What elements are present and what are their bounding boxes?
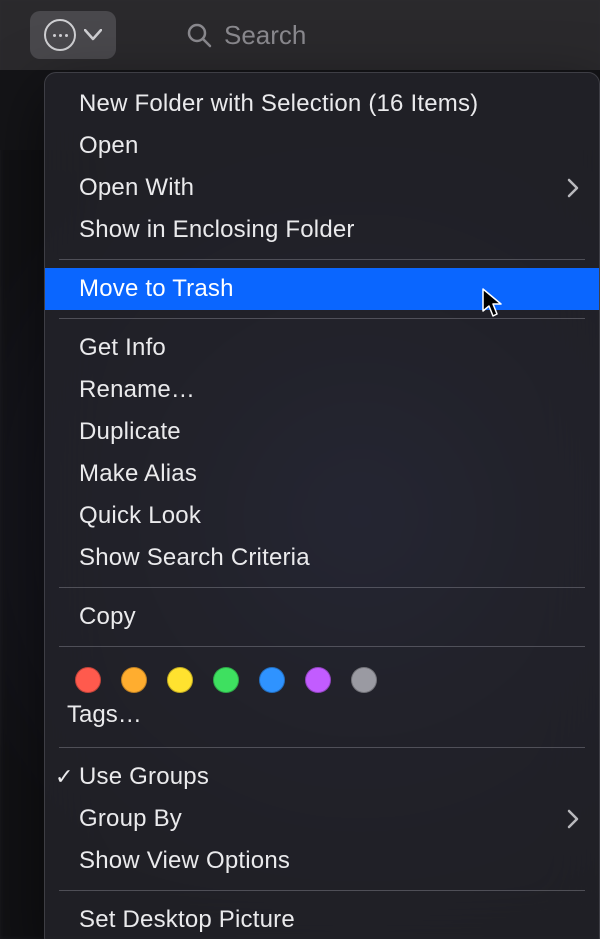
menu-item-open[interactable]: Open <box>45 125 599 167</box>
menu-separator <box>59 646 585 647</box>
menu-item-label: Tags… <box>67 701 142 728</box>
menu-item-show-view-options[interactable]: Show View Options <box>45 840 599 882</box>
menu-item-label: Show Search Criteria <box>79 544 581 572</box>
more-icon <box>44 19 76 51</box>
menu-item-label: Show in Enclosing Folder <box>79 216 581 244</box>
menu-item-label: Open <box>79 132 581 160</box>
menu-item-move-to-trash[interactable]: Move to Trash <box>45 268 599 310</box>
menu-item-show-in-enclosing-folder[interactable]: Show in Enclosing Folder <box>45 209 599 251</box>
context-menu: New Folder with Selection (16 Items) Ope… <box>44 72 600 939</box>
search-placeholder: Search <box>224 20 306 51</box>
tag-color-5[interactable] <box>305 667 331 693</box>
menu-item-tags[interactable]: Tags… <box>45 701 599 739</box>
menu-item-label: Quick Look <box>79 502 581 530</box>
tag-color-6[interactable] <box>351 667 377 693</box>
more-actions-button[interactable] <box>30 11 116 59</box>
menu-item-copy[interactable]: Copy <box>45 596 599 638</box>
menu-item-make-alias[interactable]: Make Alias <box>45 453 599 495</box>
menu-separator <box>59 890 585 891</box>
menu-item-label: Duplicate <box>79 418 581 446</box>
search-icon <box>186 22 212 48</box>
chevron-right-icon <box>567 178 579 198</box>
menu-item-rename[interactable]: Rename… <box>45 369 599 411</box>
menu-item-label: Show View Options <box>79 847 581 875</box>
menu-item-label: Open With <box>79 174 567 202</box>
menu-item-set-desktop-picture[interactable]: Set Desktop Picture <box>45 899 599 939</box>
tag-color-2[interactable] <box>167 667 193 693</box>
menu-item-use-groups[interactable]: ✓ Use Groups <box>45 756 599 798</box>
menu-item-label: Get Info <box>79 334 581 362</box>
menu-item-get-info[interactable]: Get Info <box>45 327 599 369</box>
menu-item-quick-look[interactable]: Quick Look <box>45 495 599 537</box>
menu-item-label: Use Groups <box>79 763 581 791</box>
menu-item-duplicate[interactable]: Duplicate <box>45 411 599 453</box>
search-field[interactable]: Search <box>186 20 306 51</box>
menu-separator <box>59 318 585 319</box>
toolbar: Search <box>0 0 600 70</box>
tag-color-row <box>45 655 599 701</box>
menu-item-label: New Folder with Selection (16 Items) <box>79 90 581 118</box>
menu-item-label: Set Desktop Picture <box>79 906 581 934</box>
chevron-right-icon <box>567 809 579 829</box>
menu-item-label: Copy <box>79 603 581 631</box>
menu-item-show-search-criteria[interactable]: Show Search Criteria <box>45 537 599 579</box>
menu-separator <box>59 259 585 260</box>
menu-item-group-by[interactable]: Group By <box>45 798 599 840</box>
checkmark-icon: ✓ <box>55 764 74 790</box>
tag-color-3[interactable] <box>213 667 239 693</box>
menu-separator <box>59 587 585 588</box>
menu-item-open-with[interactable]: Open With <box>45 167 599 209</box>
menu-item-label: Move to Trash <box>79 275 581 303</box>
chevron-down-icon <box>84 29 102 41</box>
menu-separator <box>59 747 585 748</box>
tag-color-1[interactable] <box>121 667 147 693</box>
menu-item-label: Make Alias <box>79 460 581 488</box>
menu-item-new-folder-selection[interactable]: New Folder with Selection (16 Items) <box>45 83 599 125</box>
tag-color-4[interactable] <box>259 667 285 693</box>
menu-item-label: Group By <box>79 805 567 833</box>
menu-item-label: Rename… <box>79 376 581 404</box>
tag-color-0[interactable] <box>75 667 101 693</box>
